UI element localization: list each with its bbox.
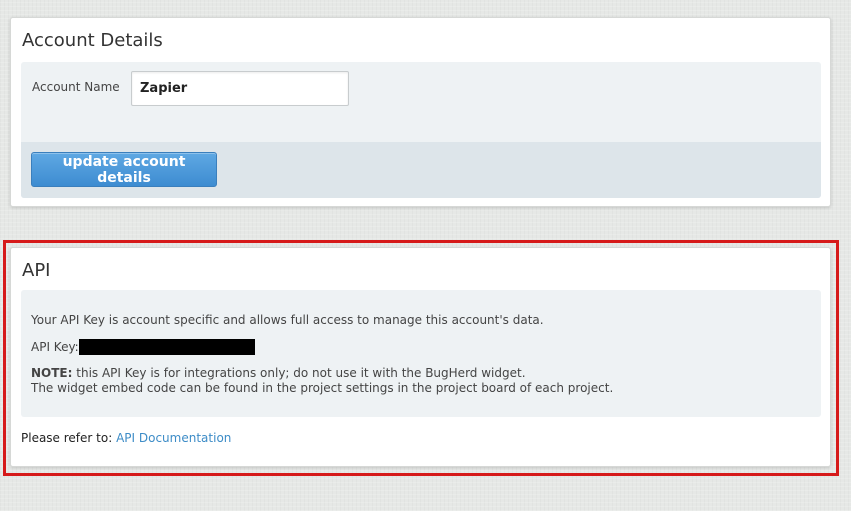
api-title: API <box>22 260 51 281</box>
account-actions-bar: update account details <box>21 142 821 198</box>
api-key-row: API Key: <box>31 339 255 355</box>
api-note-line: NOTE: this API Key is for integrations o… <box>31 366 526 380</box>
account-details-title: Account Details <box>22 30 163 51</box>
update-account-details-button[interactable]: update account details <box>31 152 217 187</box>
account-name-input[interactable] <box>131 71 349 106</box>
api-note-text: this API Key is for integrations only; d… <box>72 366 526 380</box>
account-name-label: Account Name <box>32 80 120 94</box>
api-key-label: API Key: <box>31 340 79 354</box>
api-refer-line: Please refer to: API Documentation <box>21 431 231 445</box>
account-details-panel: Account Details Account Name update acco… <box>10 17 831 207</box>
api-note-line-2: The widget embed code can be found in th… <box>31 381 614 395</box>
api-refer-label: Please refer to: <box>21 431 117 445</box>
account-details-form: Account Name update account details <box>21 62 821 198</box>
api-description: Your API Key is account specific and all… <box>31 313 544 327</box>
api-key-redacted-value <box>78 339 255 355</box>
api-note-label: NOTE: <box>31 366 73 380</box>
api-documentation-link[interactable]: API Documentation <box>116 431 231 445</box>
api-panel: API Your API Key is account specific and… <box>10 247 831 467</box>
api-info-box: Your API Key is account specific and all… <box>21 290 821 417</box>
